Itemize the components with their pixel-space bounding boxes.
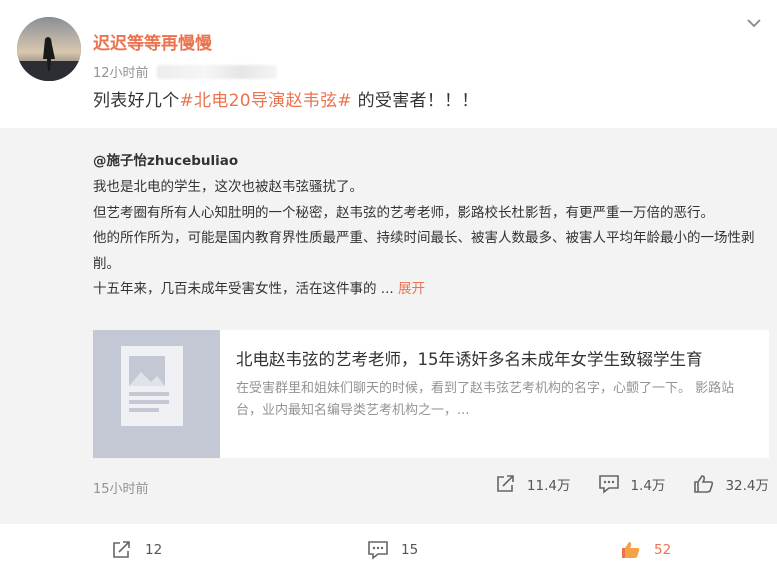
share-icon	[497, 475, 514, 492]
repost-last-line: 十五年来，几百未成年受害女性，活在这件事的 ... 展开	[93, 277, 769, 303]
post-footer: 12 15 52	[0, 524, 777, 572]
repost-body: 我也是北电的学生，这次也被赵韦弦骚扰了。 但艺考圈有所有人心知肚明的一个秘密，赵…	[93, 175, 769, 303]
repost-like-button[interactable]: 32.4万	[693, 474, 769, 494]
hashtag-link[interactable]: #北电20导演赵韦弦#	[180, 91, 352, 111]
repost-share-button[interactable]: 11.4万	[495, 474, 571, 494]
repost-share-count: 11.4万	[526, 478, 571, 494]
repost-actions: 11.4万 1.4万 32.4万	[467, 474, 769, 494]
comment-icon	[599, 475, 620, 494]
post-header: 迟迟等等再慢慢 12小时前 列表好几个#北电20导演赵韦弦# 的受害者！！！	[0, 0, 777, 128]
expand-link[interactable]: 展开	[398, 281, 425, 297]
like-button[interactable]: 52	[620, 540, 671, 560]
repost-like-count: 32.4万	[725, 478, 769, 494]
repost-paragraph: 但艺考圈有所有人心知肚明的一个秘密，赵韦弦的艺考老师，影路校长杜影哲，有更严重一…	[93, 204, 714, 221]
comment-icon	[368, 541, 388, 560]
article-info: 北电赵韦弦的艺考老师，15年诱奸多名未成年女学生致辍学生育 在受害群里和姐妹们聊…	[220, 330, 769, 458]
post-text-before: 列表好几个	[93, 91, 180, 111]
comment-button[interactable]: 15	[367, 540, 418, 560]
like-count: 52	[654, 542, 672, 558]
article-title[interactable]: 北电赵韦弦的艺考老师，15年诱奸多名未成年女学生致辍学生育	[236, 346, 755, 370]
chevron-down-icon[interactable]	[743, 12, 765, 34]
post-time[interactable]: 12小时前	[93, 62, 149, 81]
repost-truncated-text: 十五年来，几百未成年受害女性，活在这件事的 ...	[93, 281, 394, 297]
article-placeholder-icon	[93, 330, 220, 458]
article-summary: 在受害群里和姐妹们聊天的时候，看到了赵韦弦艺考机构的名字，心颤了一下。 影路站台…	[236, 381, 735, 418]
repost-comment-button[interactable]: 1.4万	[598, 474, 665, 494]
repost-box: @施子怡zhucebuliao 我也是北电的学生，这次也被赵韦弦骚扰了。 但艺考…	[0, 128, 777, 524]
article-card[interactable]: 北电赵韦弦的艺考老师，15年诱奸多名未成年女学生致辍学生育 在受害群里和姐妹们聊…	[93, 330, 769, 458]
comment-count: 15	[401, 542, 419, 558]
share-icon	[113, 541, 130, 558]
post-text-after: 的受害者！！！	[351, 91, 479, 111]
share-count: 12	[145, 542, 163, 558]
repost-paragraph: 他的所作所为，可能是国内教育界性质最严重、持续时间最长、被害人数最多、被害人平均…	[93, 230, 755, 272]
post-text: 列表好几个#北电20导演赵韦弦# 的受害者！！！	[93, 86, 479, 111]
like-icon	[622, 542, 640, 558]
repost-author[interactable]: @施子怡zhucebuliao	[93, 149, 238, 169]
repost-time[interactable]: 15小时前	[93, 478, 149, 497]
repost-comment-count: 1.4万	[630, 478, 666, 494]
avatar[interactable]	[17, 17, 81, 81]
repost-paragraph: 我也是北电的学生，这次也被赵韦弦骚扰了。	[93, 179, 363, 195]
blurred-source	[156, 64, 277, 79]
username[interactable]: 迟迟等等再慢慢	[93, 29, 212, 54]
like-icon	[694, 475, 714, 493]
post-meta: 12小时前	[93, 62, 277, 81]
share-button[interactable]: 12	[111, 540, 162, 560]
